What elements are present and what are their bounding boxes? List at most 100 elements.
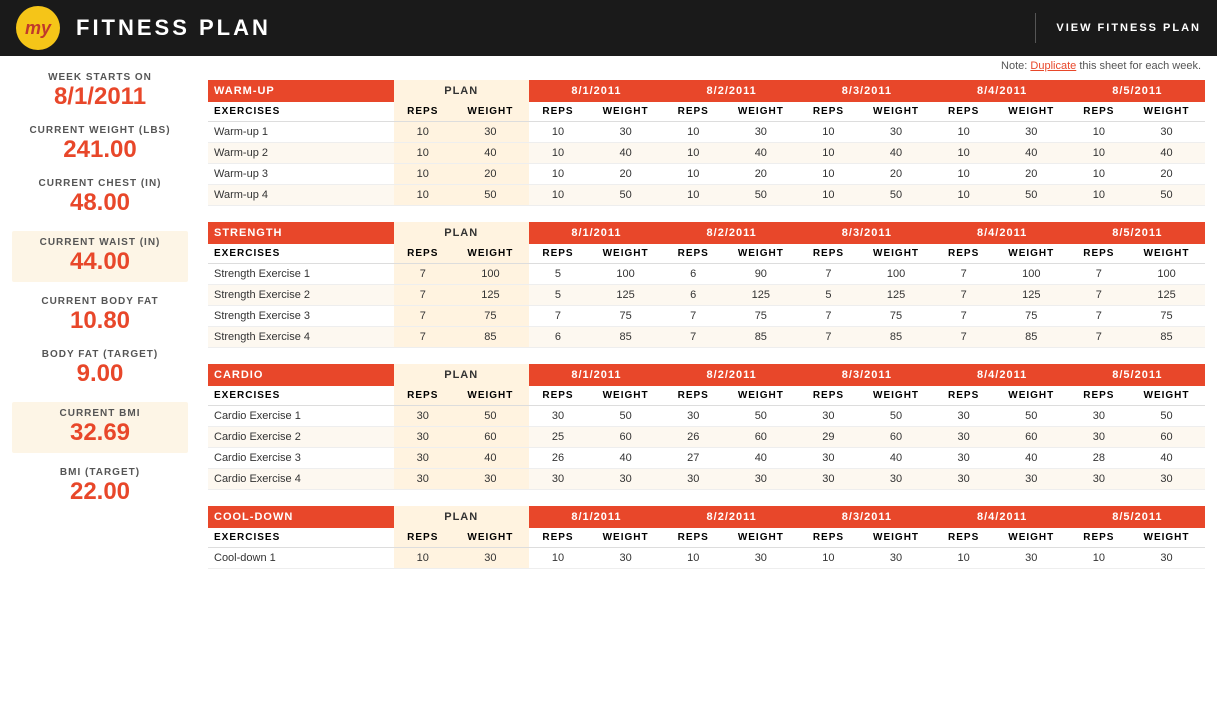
bmi-value: 32.69 <box>16 419 184 447</box>
exercises-col-header: EXERCISES <box>208 386 394 406</box>
d2-reps: 10 <box>664 122 722 143</box>
exercise-name: Warm-up 2 <box>208 143 394 164</box>
week-starts-item: WEEK STARTS ON 8/1/2011 <box>12 72 188 111</box>
d2-weight: 40 <box>722 448 799 469</box>
d4-weight: 75 <box>993 306 1070 327</box>
exercises-col-header: EXERCISES <box>208 528 394 548</box>
plan-header: PLAN <box>394 80 529 102</box>
weight-col-header: WEIGHT <box>858 386 935 406</box>
plan-weight-header: WEIGHT <box>452 102 529 122</box>
d2-reps: 30 <box>664 469 722 490</box>
exercise-name: Strength Exercise 3 <box>208 306 394 327</box>
date-header: 8/2/2011 <box>664 506 799 528</box>
d3-weight: 20 <box>858 164 935 185</box>
d4-reps: 10 <box>934 122 992 143</box>
reps-col-header: REPS <box>934 244 992 264</box>
plan-weight: 60 <box>452 427 529 448</box>
d4-reps: 10 <box>934 548 992 569</box>
date-header: 8/3/2011 <box>799 364 934 386</box>
d2-weight: 30 <box>722 469 799 490</box>
d5-weight: 50 <box>1128 406 1205 427</box>
d4-reps: 10 <box>934 185 992 206</box>
col-header-row: EXERCISES REPS WEIGHTREPS WEIGHTREPS WEI… <box>208 102 1205 122</box>
d5-reps: 7 <box>1070 327 1128 348</box>
tables-container: WARM-UP PLAN8/1/20118/2/20118/3/20118/4/… <box>208 80 1205 569</box>
d2-weight: 125 <box>722 285 799 306</box>
d1-weight: 125 <box>587 285 664 306</box>
d1-weight: 100 <box>587 264 664 285</box>
bmi-target-label: BMI (TARGET) <box>12 467 188 478</box>
chest-value: 48.00 <box>12 189 188 217</box>
bmi-item: CURRENT BMI 32.69 <box>12 402 188 453</box>
d5-weight: 40 <box>1128 143 1205 164</box>
d2-weight: 90 <box>722 264 799 285</box>
d5-reps: 7 <box>1070 306 1128 327</box>
d2-reps: 10 <box>664 548 722 569</box>
d4-reps: 10 <box>934 143 992 164</box>
d5-weight: 50 <box>1128 185 1205 206</box>
section-header-row: WARM-UP PLAN8/1/20118/2/20118/3/20118/4/… <box>208 80 1205 102</box>
weight-col-header: WEIGHT <box>993 102 1070 122</box>
plan-weight: 30 <box>452 548 529 569</box>
d3-weight: 75 <box>858 306 935 327</box>
d4-weight: 30 <box>993 469 1070 490</box>
exercise-name: Warm-up 1 <box>208 122 394 143</box>
plan-reps: 7 <box>394 306 452 327</box>
view-fitness-plan-button[interactable]: VIEW FITNESS PLAN <box>1056 22 1201 34</box>
date-header: 8/2/2011 <box>664 364 799 386</box>
exercise-name: Cool-down 1 <box>208 548 394 569</box>
weight-col-header: WEIGHT <box>993 528 1070 548</box>
weight-col-header: WEIGHT <box>722 528 799 548</box>
plan-weight: 85 <box>452 327 529 348</box>
section-title: WARM-UP <box>208 80 394 102</box>
d1-reps: 30 <box>529 469 587 490</box>
d4-reps: 30 <box>934 448 992 469</box>
plan-reps: 10 <box>394 185 452 206</box>
d3-weight: 40 <box>858 448 935 469</box>
duplicate-link[interactable]: Duplicate <box>1030 60 1076 72</box>
weight-col-header: WEIGHT <box>587 528 664 548</box>
date-header: 8/5/2011 <box>1070 364 1205 386</box>
date-header: 8/4/2011 <box>934 364 1069 386</box>
d1-weight: 50 <box>587 406 664 427</box>
d5-weight: 60 <box>1128 427 1205 448</box>
d5-reps: 10 <box>1070 185 1128 206</box>
waist-value: 44.00 <box>16 248 184 276</box>
waist-label: CURRENT WAIST (IN) <box>16 237 184 248</box>
d3-reps: 7 <box>799 327 857 348</box>
date-header: 8/1/2011 <box>529 364 664 386</box>
exercise-name: Cardio Exercise 3 <box>208 448 394 469</box>
weight-col-header: WEIGHT <box>858 528 935 548</box>
d1-reps: 10 <box>529 185 587 206</box>
table-row: Warm-up 2 10 4010 4010 4010 4010 4010 40 <box>208 143 1205 164</box>
table-row: Cardio Exercise 4 30 3030 3030 3030 3030… <box>208 469 1205 490</box>
plan-reps: 10 <box>394 164 452 185</box>
plan-reps: 10 <box>394 143 452 164</box>
body-fat-value: 10.80 <box>12 307 188 335</box>
d2-weight: 40 <box>722 143 799 164</box>
table-cooldown: COOL-DOWN PLAN8/1/20118/2/20118/3/20118/… <box>208 506 1205 569</box>
plan-weight: 20 <box>452 164 529 185</box>
reps-col-header: REPS <box>934 386 992 406</box>
d2-reps: 26 <box>664 427 722 448</box>
plan-reps: 7 <box>394 327 452 348</box>
d3-weight: 100 <box>858 264 935 285</box>
reps-col-header: REPS <box>799 386 857 406</box>
date-header: 8/5/2011 <box>1070 80 1205 102</box>
date-header: 8/3/2011 <box>799 506 934 528</box>
d2-reps: 7 <box>664 327 722 348</box>
d3-reps: 7 <box>799 264 857 285</box>
d1-weight: 30 <box>587 122 664 143</box>
table-row: Strength Exercise 2 7 1255 1256 1255 125… <box>208 285 1205 306</box>
plan-reps-header: REPS <box>394 528 452 548</box>
plan-weight: 30 <box>452 122 529 143</box>
d3-weight: 50 <box>858 406 935 427</box>
plan-weight: 75 <box>452 306 529 327</box>
reps-col-header: REPS <box>1070 386 1128 406</box>
d5-weight: 20 <box>1128 164 1205 185</box>
d1-weight: 50 <box>587 185 664 206</box>
section-cardio: CARDIO PLAN8/1/20118/2/20118/3/20118/4/2… <box>208 364 1205 490</box>
d3-weight: 85 <box>858 327 935 348</box>
d4-weight: 50 <box>993 185 1070 206</box>
plan-reps: 10 <box>394 122 452 143</box>
